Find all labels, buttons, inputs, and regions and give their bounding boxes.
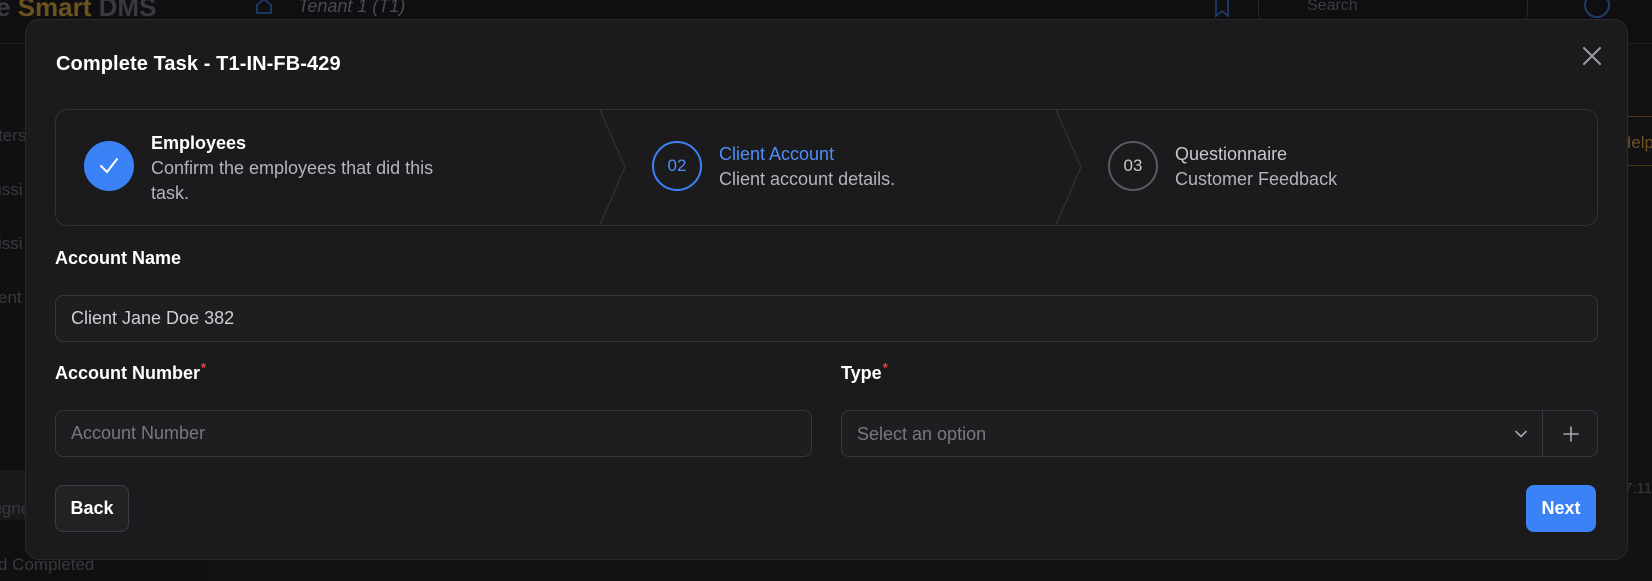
step-number: 03 (1108, 141, 1158, 191)
step-divider (1056, 110, 1082, 225)
next-button[interactable]: Next (1526, 485, 1596, 532)
account-name-label: Account Name (55, 248, 182, 268)
step-title: Employees (151, 133, 247, 153)
step-title: Client Account (719, 144, 835, 164)
step-description: Client account details. (719, 169, 896, 189)
step-employees[interactable]: Employees Confirm the employees that did… (56, 110, 626, 225)
account-number-input[interactable] (56, 411, 811, 456)
account-name-input[interactable] (56, 296, 1597, 341)
step-title: Questionnaire (1175, 144, 1288, 164)
step-questionnaire[interactable]: 03 Questionnaire Customer Feedback (1082, 110, 1597, 225)
type-select[interactable]: Select an option (841, 410, 1598, 457)
step-description: Confirm the employees that did this task… (151, 158, 434, 203)
background-time: 7:11 (1624, 480, 1652, 497)
modal-title: Complete Task - T1-IN-FB-429 (56, 53, 341, 75)
stepper: Employees Confirm the employees that did… (55, 109, 1598, 226)
add-type-button[interactable] (1543, 411, 1598, 456)
close-icon[interactable] (1576, 40, 1608, 72)
step-divider (600, 110, 626, 225)
account-name-field (55, 295, 1598, 342)
step-client-account[interactable]: 02 Client Account Client account details… (626, 110, 1082, 225)
sidebar-item-label[interactable]: ters (0, 126, 26, 146)
type-select-value: Select an option (857, 424, 987, 444)
type-label: Type* (841, 360, 888, 383)
required-marker: * (201, 360, 207, 375)
required-marker: * (882, 360, 888, 375)
avatar[interactable] (1584, 0, 1610, 18)
step-number: 02 (652, 141, 702, 191)
back-button[interactable]: Back (55, 485, 129, 532)
step-description: Customer Feedback (1175, 169, 1338, 189)
plus-icon (1562, 425, 1579, 442)
bookmark-icon[interactable] (1212, 0, 1232, 18)
tenant-name: Tenant 1 (T1) (298, 0, 406, 16)
sidebar-item-label[interactable]: issi (0, 234, 23, 254)
home-icon[interactable] (254, 0, 274, 16)
complete-task-modal: Complete Task - T1-IN-FB-429 Employees C… (25, 19, 1628, 560)
chevron-down-icon (1515, 430, 1527, 438)
sidebar-item-label[interactable]: issi (0, 180, 23, 200)
account-number-label: Account Number* (55, 360, 207, 383)
account-number-field (55, 410, 812, 457)
check-icon (84, 141, 134, 191)
